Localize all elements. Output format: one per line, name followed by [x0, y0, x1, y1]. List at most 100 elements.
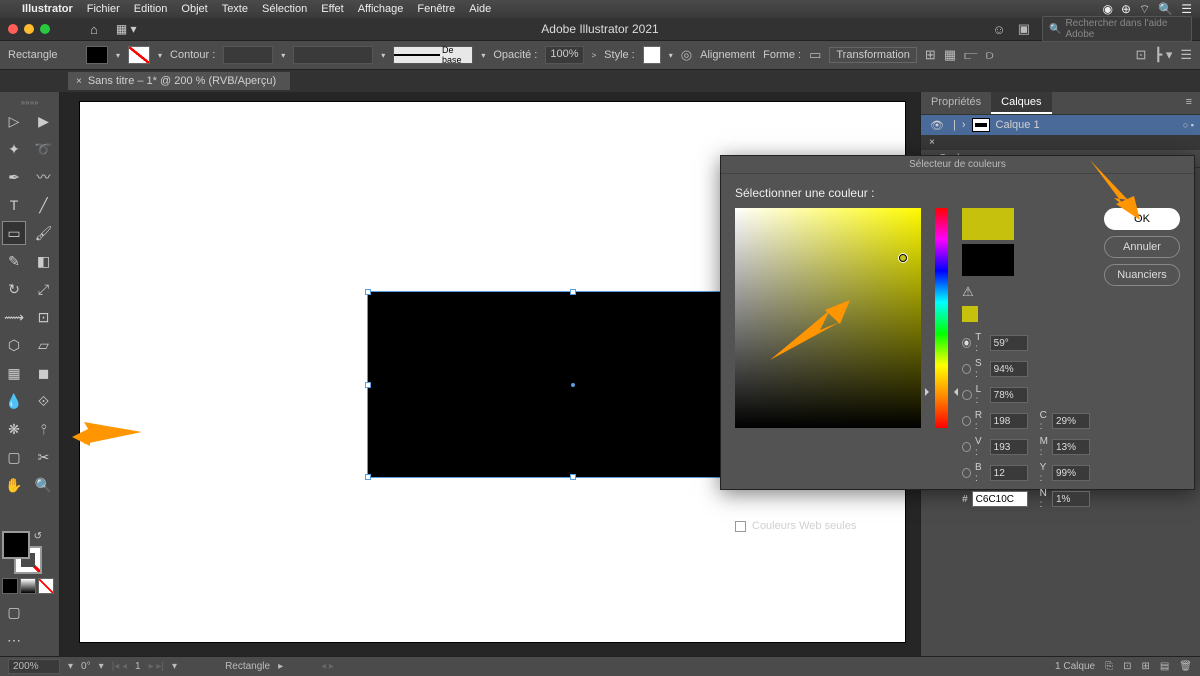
recolor-icon[interactable]: ◎: [681, 47, 692, 63]
menu-file[interactable]: Fichier: [87, 3, 120, 15]
isolate-icon[interactable]: ▦: [944, 47, 956, 63]
curvature-tool[interactable]: 〰: [32, 165, 56, 189]
opacity-label[interactable]: Opacité :: [493, 49, 537, 61]
hand-tool[interactable]: ✋: [2, 473, 26, 497]
menu-effect[interactable]: Effet: [321, 3, 343, 15]
radio-s[interactable]: [962, 364, 971, 374]
close-icon[interactable]: ×: [929, 137, 935, 148]
menu-selection[interactable]: Sélection: [262, 3, 307, 15]
new-layer-icon[interactable]: ⊞: [1141, 661, 1149, 672]
swap-fill-stroke-icon[interactable]: ↺: [34, 531, 42, 542]
rectangle-tool[interactable]: ▭: [2, 221, 26, 245]
visibility-icon[interactable]: 👁: [927, 119, 947, 132]
layer-action-icon[interactable]: ⊡: [1123, 661, 1131, 672]
sv-cursor[interactable]: [899, 254, 907, 262]
fill-color-swatch[interactable]: [2, 531, 30, 559]
wifi-icon[interactable]: ⌔: [1139, 2, 1150, 17]
graph-tool[interactable]: ⫯: [32, 417, 56, 441]
variable-width-profile[interactable]: [293, 46, 373, 64]
field-b[interactable]: [990, 465, 1028, 481]
selection-tool[interactable]: ▷: [2, 109, 26, 133]
magic-wand-tool[interactable]: ✦: [2, 137, 26, 161]
shape-builder-tool[interactable]: ⬡: [2, 333, 26, 357]
eraser-tool[interactable]: ◧: [32, 249, 56, 273]
arrange-icon[interactable]: ▣: [1018, 21, 1030, 37]
panel-menu-icon[interactable]: ≡: [1178, 92, 1200, 114]
field-c[interactable]: [1052, 413, 1090, 429]
menubar-status-icon[interactable]: ⊕: [1121, 2, 1131, 17]
menu-text[interactable]: Texte: [222, 3, 248, 15]
preferences-icon[interactable]: ☰: [1180, 47, 1192, 63]
lasso-tool[interactable]: ➰: [32, 137, 56, 161]
layer-name[interactable]: Calque 1: [996, 119, 1040, 131]
target-icon[interactable]: ○ ▪: [1183, 120, 1194, 130]
delete-layer-icon[interactable]: 🗑: [1179, 661, 1192, 672]
mesh-tool[interactable]: ▦: [2, 361, 26, 385]
cancel-button[interactable]: Annuler: [1104, 236, 1180, 258]
artboard-nav[interactable]: 1: [135, 661, 141, 672]
opacity-value[interactable]: 100%: [545, 46, 583, 64]
stroke-weight-input[interactable]: [223, 46, 273, 64]
menu-window[interactable]: Fenêtre: [417, 3, 455, 15]
field-r[interactable]: [990, 413, 1028, 429]
control-center-icon[interactable]: ☰: [1181, 2, 1192, 17]
search-icon[interactable]: 🔍: [1158, 2, 1173, 17]
radio-l[interactable]: [962, 390, 972, 400]
radio-b[interactable]: [962, 468, 971, 478]
free-transform-tool[interactable]: ⊡: [32, 305, 56, 329]
document-tab[interactable]: × Sans titre – 1* @ 200 % (RVB/Aperçu): [68, 72, 290, 90]
scale-tool[interactable]: ⤢: [32, 277, 56, 301]
rotate-tool[interactable]: ↻: [2, 277, 26, 301]
angle-dropdown-icon[interactable]: ▾: [99, 661, 104, 672]
shape-icon[interactable]: ▭: [809, 47, 821, 63]
align-icon[interactable]: ⫍: [964, 47, 978, 63]
workspace-layout-icon[interactable]: ▦ ▾: [116, 22, 137, 36]
edit-toolbar-icon[interactable]: ⋯: [2, 628, 26, 652]
fill-dropdown-icon[interactable]: ▾: [116, 51, 120, 60]
layer-action-icon[interactable]: ⎘: [1105, 661, 1113, 672]
gradient-tool[interactable]: ◼: [32, 361, 56, 385]
paintbrush-tool[interactable]: 🖌: [32, 221, 56, 245]
menu-edit[interactable]: Edition: [134, 3, 168, 15]
align-to-icon[interactable]: ┣ ▾: [1154, 47, 1172, 63]
expand-icon[interactable]: ›: [962, 119, 966, 131]
field-hex[interactable]: [972, 491, 1028, 507]
field-m[interactable]: [1052, 439, 1090, 455]
websafe-preview[interactable]: [962, 306, 978, 322]
stroke-swatch[interactable]: [128, 46, 150, 64]
hue-slider-thumb[interactable]: [931, 388, 953, 396]
opacity-dropdown-icon[interactable]: >: [592, 51, 597, 60]
tab-properties[interactable]: Propriétés: [921, 92, 991, 114]
style-swatch[interactable]: [643, 46, 661, 64]
slice-tool[interactable]: ✂: [32, 445, 56, 469]
brush-definition[interactable]: De base: [393, 46, 473, 64]
field-v[interactable]: [990, 439, 1028, 455]
zoom-tool[interactable]: 🔍: [32, 473, 56, 497]
transform-button[interactable]: Transformation: [829, 47, 917, 63]
menu-view[interactable]: Affichage: [358, 3, 404, 15]
layer-row[interactable]: 👁 | › Calque 1 ○ ▪: [921, 115, 1200, 135]
menubar-status-icon[interactable]: ◉: [1102, 2, 1112, 17]
traffic-lights[interactable]: [8, 24, 50, 34]
field-s[interactable]: [990, 361, 1028, 377]
blend-tool[interactable]: ⟐: [32, 389, 56, 413]
symbol-sprayer-tool[interactable]: ❋: [2, 417, 26, 441]
color-mode-none[interactable]: [38, 578, 54, 594]
color-mode-solid[interactable]: [2, 578, 18, 594]
align-button[interactable]: Alignement: [700, 49, 755, 61]
fill-stroke-indicator[interactable]: ↺: [2, 531, 46, 574]
field-y[interactable]: [1052, 465, 1090, 481]
field-l[interactable]: [990, 387, 1028, 403]
menu-object[interactable]: Objet: [181, 3, 207, 15]
rotation-angle[interactable]: 0°: [81, 661, 91, 672]
artboard-tool[interactable]: ▢: [2, 445, 26, 469]
shape-button[interactable]: Forme :: [763, 49, 801, 61]
menu-help[interactable]: Aide: [469, 3, 491, 15]
stroke-dropdown-icon[interactable]: ▾: [158, 51, 162, 60]
swatches-button[interactable]: Nuanciers: [1104, 264, 1180, 286]
radio-r[interactable]: [962, 416, 971, 426]
new-sublayer-icon[interactable]: ▤: [1160, 661, 1169, 672]
web-only-checkbox[interactable]: Couleurs Web seules: [735, 520, 1180, 532]
zoom-dropdown-icon[interactable]: ▾: [68, 661, 73, 672]
help-search-input[interactable]: 🔍 Rechercher dans l'aide Adobe: [1042, 16, 1192, 42]
